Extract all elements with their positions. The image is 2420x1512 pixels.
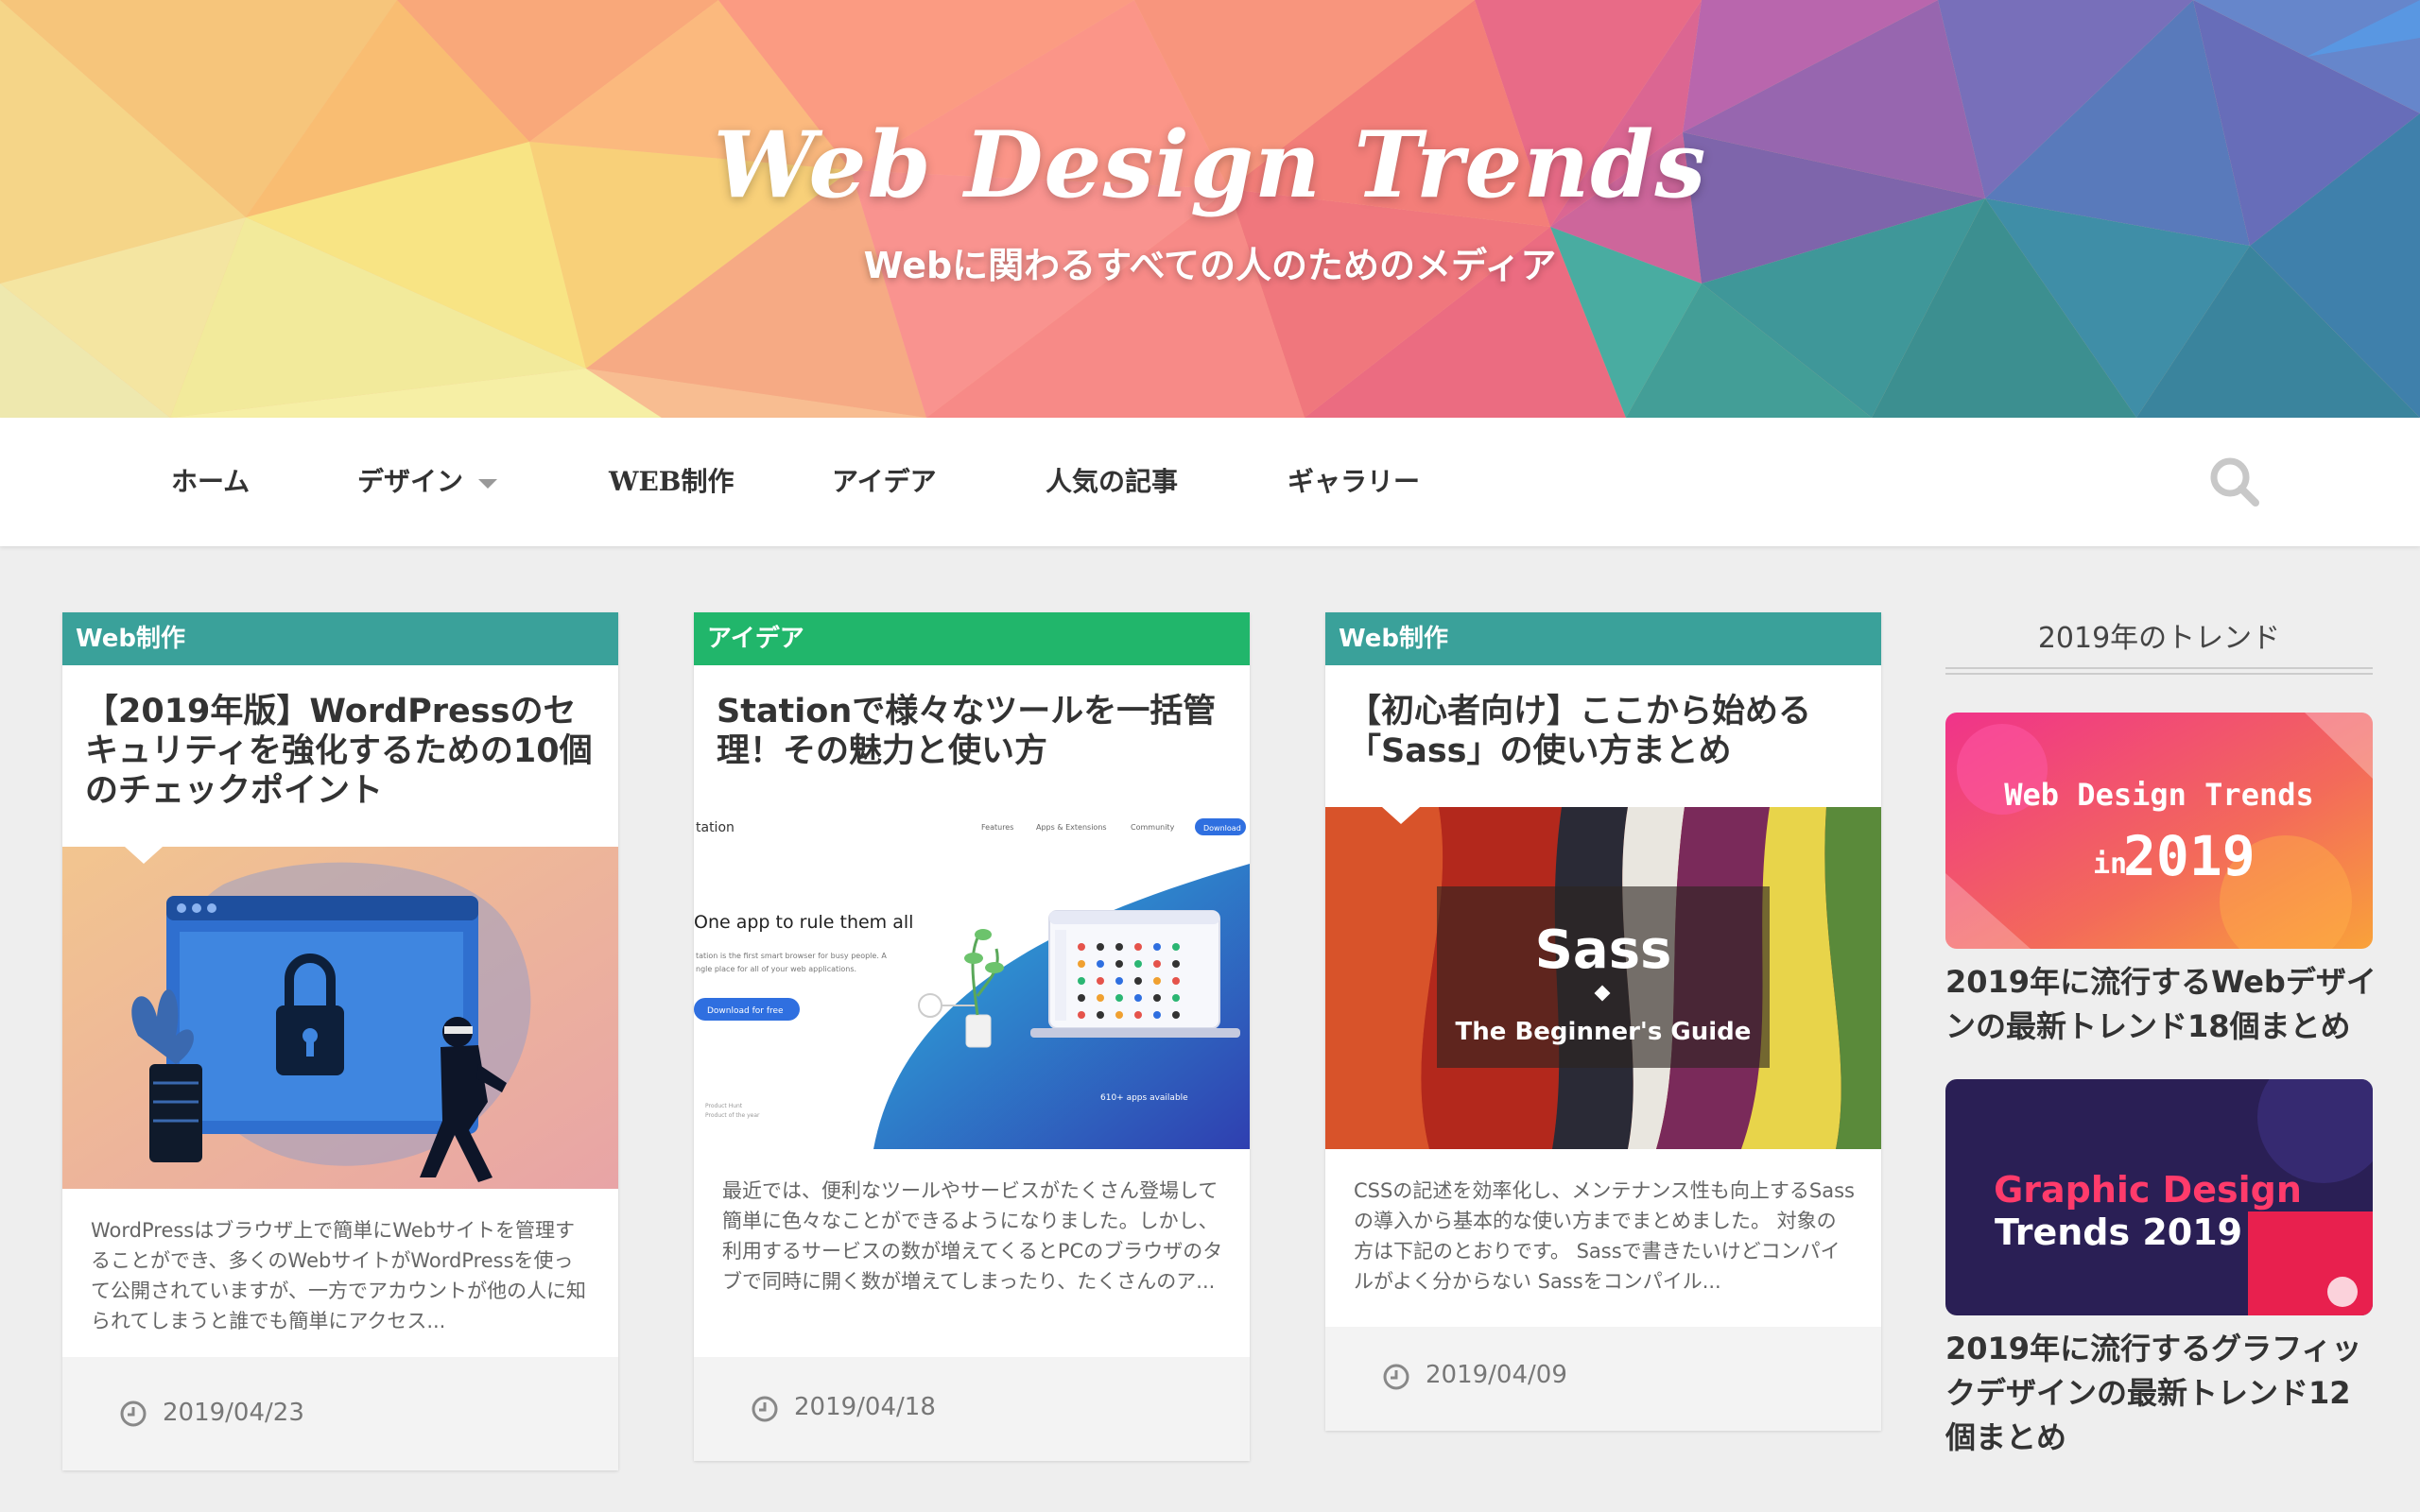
station-badge: Product of the year [705,1112,760,1119]
station-nav-link: Community [1131,823,1175,832]
post-thumbnail[interactable]: Sass The Beginner's Guide [1325,807,1881,1149]
station-nav-link: Features [981,823,1013,832]
post-card[interactable]: Web制作 【初心者向け】ここから始める「Sass」の使い方まとめ Sass T… [1325,612,1881,1431]
post-title[interactable]: Stationで様々なツールを一括管理！その魅力と使い方 [694,665,1250,771]
nav-item-gallery[interactable]: ギャラリー [1288,418,1420,546]
post-title[interactable]: 【2019年版】WordPressのセキュリティを強化するための10個のチェック… [62,665,618,811]
station-apps-count: 610+ apps available [1100,1093,1188,1103]
station-subtext: tation is the first smart browser for bu… [696,952,887,960]
category-badge[interactable]: Web制作 [1325,612,1881,665]
sidebar-heading: 2019年のトレンド [2037,622,2281,655]
station-badge: Product Hunt [705,1103,743,1109]
clock-icon [752,1396,778,1422]
post-footer: 2019/04/18 [694,1357,1250,1461]
site-tagline: Webに関わるすべての人のためのメディア [863,245,1557,286]
graphic-cover-line2: Trends 2019 [1995,1211,2242,1253]
post-card[interactable]: Web制作 【2019年版】WordPressのセキュリティを強化するための10… [62,612,618,1470]
main-navigation: ホーム デザイン WEB制作 アイデア 人気の記事 ギャラリー [0,418,2420,546]
station-subtext: ngle place for all of your web applicati… [696,965,856,973]
post-date: 2019/04/09 [1426,1361,1567,1389]
nav-item-label: ギャラリー [1288,466,1421,497]
trends-cover-in: in [2093,848,2127,881]
sidebar-divider [1945,667,2373,675]
station-nav-link: Apps & Extensions [1036,823,1107,832]
category-badge[interactable]: Web制作 [62,612,618,665]
sidebar-thumbnail[interactable]: Graphic Design Trends 2019 [1945,1079,2373,1315]
post-footer: 2019/04/23 [62,1357,618,1470]
sidebar-post-title[interactable]: 2019年に流行するWebデザインの最新トレンド18個まとめ [1945,960,2380,1049]
category-badge[interactable]: アイデア [694,612,1250,665]
sidebar-post-title[interactable]: 2019年に流行するグラフィックデザインの最新トレンド12個まとめ [1945,1327,2380,1460]
trends-cover-line1: Web Design Trends [2004,777,2314,813]
station-download-button: Download [1203,824,1241,833]
post-excerpt: CSSの記述を効率化し、メンテナンス性も向上するSassの導入から基本的な使い方… [1354,1179,1855,1293]
nav-item-popular[interactable]: 人気の記事 [1046,418,1178,546]
graphic-design-trends-cover: Graphic Design Trends 2019 [1945,1079,2373,1315]
sass-guide-cover: Sass The Beginner's Guide [1325,807,1881,1149]
nav-item-label: 人気の記事 [1046,466,1179,497]
nav-item-label: ホーム [171,466,251,497]
station-cta: Download for free [707,1006,784,1016]
clock-icon [1383,1364,1409,1390]
thumbnail-notch [1382,807,1420,824]
nav-item-idea[interactable]: アイデア [832,418,937,546]
web-design-trends-cover: Web Design Trends in 2019 [1945,713,2373,949]
post-card[interactable]: アイデア Stationで様々なツールを一括管理！その魅力と使い方 tation… [694,612,1250,1461]
search-icon[interactable] [2208,455,2261,508]
thumbnail-notch [125,847,163,864]
graphic-cover-line1: Graphic Design [1994,1169,2302,1211]
nav-item-web-production[interactable]: WEB制作 [609,418,734,546]
nav-item-label: アイデア [832,466,937,497]
sass-cover-subtitle: The Beginner's Guide [1456,1018,1752,1046]
thumbnail-notch [751,807,788,824]
security-illustration [62,847,618,1189]
post-title[interactable]: 【初心者向け】ここから始める「Sass」の使い方まとめ [1325,665,1881,771]
station-logo: tation [696,820,735,835]
post-thumbnail[interactable]: tation Features Apps & Extensions Commun… [694,807,1250,1149]
nav-item-label: デザイン [357,466,464,497]
clock-icon [120,1400,147,1427]
trends-cover-year: 2019 [2123,824,2256,888]
nav-item-design[interactable]: デザイン [357,418,498,546]
nav-item-label: WEB制作 [609,466,735,497]
station-app-screenshot: tation Features Apps & Extensions Commun… [694,807,1250,1149]
sidebar-thumbnail[interactable]: Web Design Trends in 2019 [1945,713,2373,949]
post-date: 2019/04/23 [163,1399,304,1427]
post-date: 2019/04/18 [794,1393,936,1421]
post-thumbnail[interactable] [62,847,618,1189]
post-excerpt: WordPressはブラウザ上で簡単にWebサイトを管理することができ、多くのW… [91,1219,586,1332]
post-excerpt: 最近では、便利なツールやサービスがたくさん登場して簡単に色々なことができるように… [722,1179,1223,1293]
site-header: Web Design Trends Webに関わるすべての人のためのメディア [0,0,2420,418]
chevron-down-icon [478,478,498,489]
station-headline: One app to rule them all [694,912,913,933]
site-title[interactable]: Web Design Trends [0,112,2420,218]
sass-cover-title: Sass [1535,919,1672,981]
post-footer: 2019/04/09 [1325,1327,1881,1431]
nav-item-home[interactable]: ホーム [171,418,250,546]
